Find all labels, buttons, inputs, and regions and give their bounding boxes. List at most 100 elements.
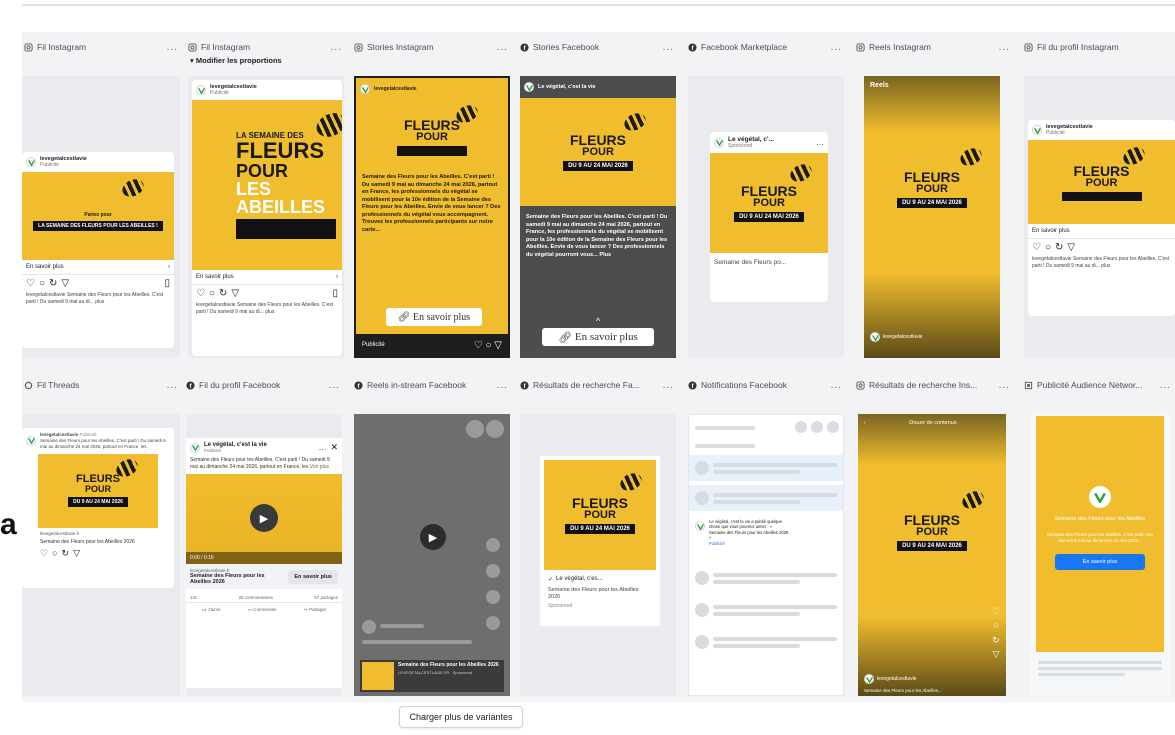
learn-more-link[interactable]: En savoir plus	[1032, 228, 1070, 234]
send-icon[interactable]: ▽	[61, 278, 69, 289]
placement-card-instagram-reels[interactable]: Reels Instagram ... Reels FLEURS POUR DU…	[854, 32, 1014, 362]
placeholder-circle	[486, 564, 500, 578]
ad-preview[interactable]: levegetalcestlavie FLEURS POUR Semaine d…	[354, 76, 510, 358]
send-icon[interactable]: ▽	[494, 340, 502, 351]
more-options-button[interactable]: ...	[167, 380, 182, 391]
ad-preview[interactable]: Semaine des Fleurs pour les Abeilles Sem…	[1030, 414, 1170, 696]
ad-preview[interactable]: ▶ Semaine des Fleurs pour les Abeilles 2…	[354, 414, 510, 696]
more-options-button[interactable]: ...	[331, 42, 346, 53]
heart-icon[interactable]: ♡	[40, 548, 48, 559]
send-icon[interactable]: ▽	[73, 548, 80, 559]
link-preview[interactable]: levegetalcestlavie.fr Semaine des Fleurs …	[186, 564, 342, 589]
edit-proportions-link[interactable]: ▾ Modifier les proportions	[190, 56, 282, 65]
comment-icon[interactable]: ○	[1045, 242, 1051, 253]
placement-card-facebook-marketplace[interactable]: f Facebook Marketplace ... Le végétal, c…	[686, 32, 846, 362]
ad-preview[interactable]: levegetalcestlavie Publicité FLEURS POUR …	[1024, 76, 1175, 358]
like-button[interactable]: 👍︎ J'aime	[202, 607, 221, 613]
heart-icon[interactable]: ♡	[1032, 242, 1041, 253]
heart-icon[interactable]: ♡	[992, 604, 1000, 618]
more-icon[interactable]: …	[318, 443, 326, 452]
placement-card-facebook-reels-instream[interactable]: f Reels in-stream Facebook ... ▶ Semaine…	[352, 370, 512, 700]
placement-header: Reels Instagram ...	[856, 40, 1014, 54]
comment-icon[interactable]: ○	[485, 340, 491, 351]
more-options-button[interactable]: ...	[999, 380, 1014, 391]
placement-card-instagram-feed-alt[interactable]: Fil Instagram ... ▾ Modifier les proport…	[186, 32, 346, 362]
more-options-button[interactable]: ...	[1160, 380, 1175, 391]
link-url[interactable]: levegetalcestlavie.fr	[22, 528, 174, 539]
in-stream-ad-card[interactable]: Semaine des Fleurs pour les Abeilles 202…	[360, 660, 504, 692]
more-options-button[interactable]: ...	[999, 42, 1014, 53]
learn-more-link[interactable]: En savoir plus	[196, 274, 234, 280]
more-options-button[interactable]: ...	[497, 380, 512, 391]
repost-icon[interactable]: ↻	[1055, 242, 1063, 253]
placement-card-instagram-profile-feed[interactable]: Fil du profil Instagram levegetalcestlav…	[1022, 32, 1175, 362]
story-body-text: Semaine des Fleurs pour les Abeilles. C'…	[526, 214, 668, 258]
repost-icon[interactable]: ↻	[49, 278, 57, 289]
repost-icon[interactable]: ↻	[62, 548, 70, 559]
heart-icon[interactable]: ♡	[196, 288, 205, 299]
placement-card-instagram-stories[interactable]: Stories Instagram ... levegetalcestlavie…	[352, 32, 512, 362]
placement-card-facebook-search[interactable]: f Résultats de recherche Fa... ... FLEUR…	[518, 370, 678, 700]
more-options-button[interactable]: ...	[663, 42, 678, 53]
comment-icon[interactable]: ○	[209, 288, 215, 299]
ad-preview[interactable]: Le végétal, c'est la vie FLEURS POUR DU …	[520, 76, 676, 358]
share-button[interactable]: ↪ Partager	[304, 607, 326, 613]
avatar	[870, 332, 880, 342]
placement-card-threads-feed[interactable]: Fil Threads ... levegetalcestlavie Publi…	[22, 370, 182, 700]
send-icon[interactable]: ▽	[231, 288, 239, 299]
learn-more-button[interactable]: 🔗︎ En savoir plus	[386, 308, 482, 326]
ad-preview[interactable]: levegetalcestlavie Publicité LA SEMAINE D…	[188, 76, 344, 358]
ad-preview[interactable]: levegetalcestlavie Publicité Partez pour …	[22, 76, 180, 358]
reaction-count: 13c	[190, 595, 198, 600]
more-options-button[interactable]: ...	[497, 42, 512, 53]
learn-more-button[interactable]: En savoir plus	[288, 569, 338, 584]
comment-icon[interactable]: ○	[992, 618, 1000, 632]
placement-card-facebook-notifications[interactable]: f Notifications Facebook ... Le végétal,…	[686, 370, 846, 700]
load-more-variants-button[interactable]: Charger plus de variantes	[399, 706, 523, 728]
play-icon[interactable]: ▶	[250, 504, 278, 532]
more-options-button[interactable]: ...	[831, 380, 846, 391]
heart-icon[interactable]: ♡	[474, 340, 483, 351]
ad-preview[interactable]: Le végétal, c'est la vie a publié quelqu…	[688, 414, 844, 696]
placement-card-facebook-profile-feed[interactable]: f Fil du profil Facebook ... Le végétal,…	[184, 370, 344, 700]
close-icon[interactable]: ✕	[330, 442, 338, 453]
learn-more-button[interactable]: En savoir plus	[1055, 553, 1145, 570]
more-options-button[interactable]: ...	[329, 380, 344, 391]
play-icon[interactable]: ▶	[420, 524, 446, 550]
bookmark-icon[interactable]: ▯	[164, 278, 170, 289]
ad-preview[interactable]: Le végétal, c'est la vie Publicité … ✕ Sem…	[186, 414, 342, 696]
send-icon[interactable]: ▽	[1067, 242, 1075, 253]
placement-card-instagram-search[interactable]: Résultats de recherche Ins... ... ‹ Douze…	[854, 370, 1014, 700]
ad-preview[interactable]: levegetalcestlavie Publicité Semaine des …	[22, 414, 180, 696]
ad-preview[interactable]: Le végétal, c'... Sponsored … FLEURS POUR …	[688, 76, 844, 358]
more-options-button[interactable]: ...	[167, 42, 182, 53]
video-player[interactable]: ▶ 0:00 / 0:15	[186, 474, 342, 564]
comment-button[interactable]: ▭ Commenter	[248, 607, 277, 613]
repost-icon[interactable]: ↻	[219, 288, 227, 299]
thumbs-up-icon: 👍︎	[201, 607, 207, 612]
repost-icon[interactable]: ↻	[992, 633, 1000, 647]
ad-preview[interactable]: Reels FLEURS POUR DU 9 AU 24 MAI 2026 le…	[864, 76, 1000, 358]
placement-card-audience-network[interactable]: Publicité Audience Networ... ... Semaine…	[1022, 370, 1175, 700]
sponsored-label: Publicité	[362, 342, 385, 348]
bookmark-icon[interactable]: ▯	[332, 288, 338, 299]
video-controls[interactable]: 0:00 / 0:15	[186, 552, 342, 564]
more-options-button[interactable]: ...	[831, 42, 846, 53]
notification-item[interactable]: Le végétal, c'est la vie a publié quelqu…	[689, 517, 843, 547]
send-icon[interactable]: ▽	[992, 647, 1000, 661]
more-icon[interactable]: …	[816, 138, 824, 147]
learn-more-link[interactable]: En savoir plus	[26, 264, 64, 270]
placement-card-facebook-stories[interactable]: f Stories Facebook ... Le végétal, c'est…	[518, 32, 678, 362]
ad-creative: LA SEMAINE DES FLEURS POUR LES ABEILLES	[192, 100, 342, 270]
learn-more-button[interactable]: 🔗︎ En savoir plus	[542, 328, 654, 346]
heart-icon[interactable]: ♡	[26, 278, 35, 289]
comment-icon[interactable]: ○	[52, 548, 57, 559]
comment-count: 28 commentaires	[238, 595, 273, 600]
bee-illustration	[617, 470, 645, 494]
placement-card-instagram-feed[interactable]: Fil Instagram ... levegetalcestlavie Publ…	[22, 32, 182, 362]
ad-preview[interactable]: FLEURS POUR DU 9 AU 24 MAI 2026 ✓ Le végé…	[520, 414, 676, 696]
see-more-link[interactable]: Voir plus	[310, 464, 329, 470]
more-options-button[interactable]: ...	[663, 380, 678, 391]
ad-preview[interactable]: ‹ Douze de contenus FLEURS POUR DU 9 AU 2…	[858, 414, 1006, 696]
comment-icon[interactable]: ○	[39, 278, 45, 289]
